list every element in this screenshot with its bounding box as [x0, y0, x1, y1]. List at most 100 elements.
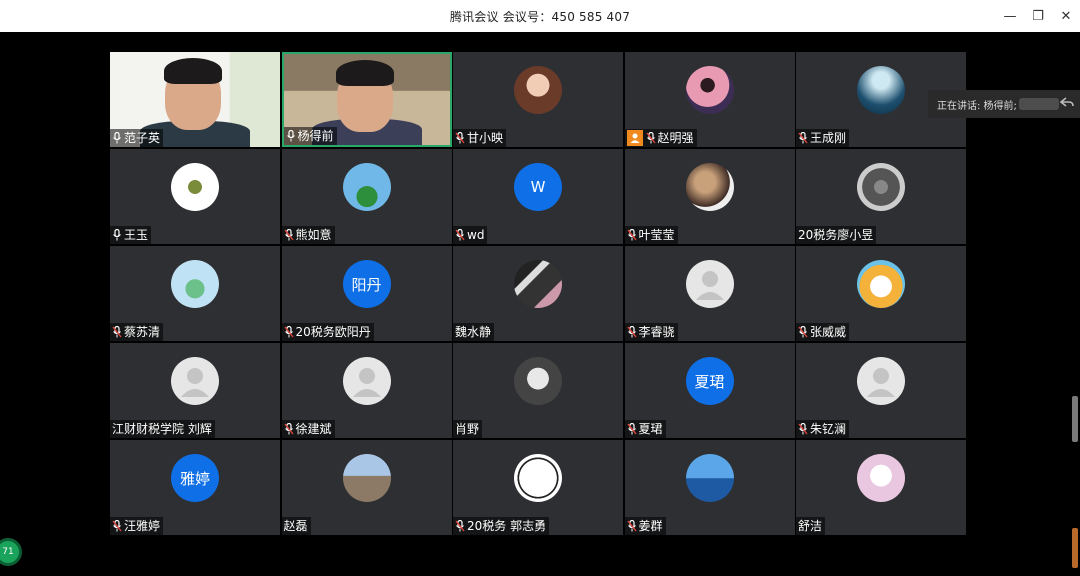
avatar-photo [685, 163, 734, 211]
participant-tile[interactable]: 范子英 [110, 52, 280, 147]
participant-name: 王玉 [124, 228, 149, 242]
avatar-initials: W [514, 163, 562, 211]
participant-tile[interactable]: 李睿骁 [624, 246, 795, 341]
default-avatar-icon [171, 357, 219, 405]
participant-tile[interactable]: 20税务 郭志勇 [453, 440, 623, 535]
participant-tile[interactable]: 夏珺 夏珺 [624, 343, 795, 438]
default-avatar-icon [857, 357, 905, 405]
participant-hair [164, 58, 222, 84]
participant-tile[interactable]: Wwd [453, 149, 623, 244]
participant-tile[interactable]: 20税务廖小昱 [796, 149, 966, 244]
scrollbar-thumb[interactable] [1072, 396, 1078, 442]
avatar-photo [857, 66, 905, 114]
participant-tile[interactable]: 姜群 [624, 440, 795, 535]
close-button[interactable]: ✕ [1052, 0, 1080, 32]
participant-tile[interactable]: 蔡苏清 [110, 246, 280, 341]
participant-tile[interactable]: 杨得前 [281, 52, 452, 147]
participant-name-tag: 徐建斌 [281, 420, 335, 438]
participant-name: 熊如意 [295, 228, 332, 242]
participant-tile[interactable]: 赵明强 [624, 52, 795, 147]
participant-name: 蔡苏清 [124, 325, 161, 339]
participant-hair [335, 60, 394, 86]
mic-muted-icon [283, 326, 294, 338]
participant-name: 范子英 [124, 131, 161, 145]
participant-tile[interactable]: 甘小映 [453, 52, 623, 147]
avatar-photo [171, 163, 219, 211]
avatar-photo [514, 357, 562, 405]
mic-icon [113, 132, 121, 144]
speaking-indicator[interactable]: 正在讲话: 杨得前; [928, 90, 1080, 118]
participant-name: 甘小映 [467, 131, 504, 145]
scrollbar-indicator [1072, 528, 1078, 568]
participant-tile[interactable]: 朱钇澜 [796, 343, 966, 438]
participant-tile[interactable]: 赵磊 [281, 440, 452, 535]
participant-name-tag: 20税务欧阳丹 [281, 323, 374, 341]
participant-name-tag: 蔡苏清 [110, 323, 164, 341]
participant-name: 舒洁 [798, 519, 823, 533]
mic-muted-icon [455, 132, 465, 144]
participant-tile[interactable]: 徐建斌 [281, 343, 452, 438]
participant-tile[interactable]: 王玉 [110, 149, 280, 244]
participant-name-tag: 姜群 [624, 517, 666, 535]
participant-tile[interactable]: 雅婷 汪雅婷 [110, 440, 280, 535]
speaking-label: 正在讲话: 杨得前; [937, 100, 1017, 112]
participant-name-tag: 魏水静 [453, 323, 495, 341]
participant-name-tag: 肖野 [453, 420, 483, 438]
participant-name-tag: 李睿骁 [624, 323, 678, 341]
participant-name-tag: 舒洁 [796, 517, 826, 535]
participant-tile[interactable]: 江财财税学院 刘辉 [110, 343, 280, 438]
mic-muted-icon [283, 229, 294, 241]
notification-badge[interactable]: 71 [0, 538, 22, 566]
mic-muted-icon [283, 423, 294, 435]
mic-muted-icon [455, 520, 465, 532]
avatar-initials: 夏珺 [685, 357, 734, 405]
mic-muted-icon [626, 229, 637, 241]
window-title: 腾讯会议 会议号：450 585 407 [449, 9, 631, 24]
participant-grid: 范子英 杨得前 甘小映 赵明强 王成刚 王玉 熊如意 Wwd 叶莹莹 20税务廖小昱 蔡苏清 阳丹 20… [110, 52, 966, 535]
participant-name-tag: 杨得前 [283, 127, 337, 145]
default-avatar-icon [342, 357, 391, 405]
participant-tile[interactable]: 熊如意 [281, 149, 452, 244]
avatar-photo [685, 454, 734, 502]
participant-name-tag: 王玉 [110, 226, 152, 244]
participant-name-tag: 熊如意 [281, 226, 335, 244]
participant-name: 赵磊 [283, 519, 308, 533]
restore-button[interactable]: ❐ [1024, 0, 1052, 32]
participant-name-tag: 王成刚 [796, 129, 850, 147]
mic-muted-icon [112, 520, 122, 532]
mic-icon [113, 229, 121, 241]
mic-muted-icon [798, 423, 808, 435]
participant-tile[interactable]: 肖野 [453, 343, 623, 438]
participant-name-tag: 20税务 郭志勇 [453, 517, 550, 535]
participant-name: 赵明强 [657, 131, 694, 145]
avatar-photo [514, 454, 562, 502]
participant-name: 杨得前 [297, 129, 334, 143]
participant-tile[interactable]: 阳丹 20税务欧阳丹 [281, 246, 452, 341]
participant-name-tag: 江财财税学院 刘辉 [110, 420, 215, 438]
collapse-arrow-icon[interactable] [1059, 96, 1074, 113]
participant-tile[interactable]: 张威威 [796, 246, 966, 341]
title-bar: 腾讯会议 会议号：450 585 407 — ❐ ✕ [0, 0, 1080, 32]
participant-name: 魏水静 [455, 325, 492, 339]
participant-name: wd [467, 228, 485, 242]
participant-name: 徐建斌 [295, 422, 332, 436]
participant-tile[interactable]: 魏水静 [453, 246, 623, 341]
mic-muted-icon [626, 326, 637, 338]
participant-name-tag: wd [453, 226, 488, 244]
avatar-initials: 雅婷 [171, 454, 219, 502]
mic-icon [286, 130, 295, 142]
participant-name-tag: 叶莹莹 [624, 226, 678, 244]
participant-tile[interactable]: 舒洁 [796, 440, 966, 535]
avatar-photo [342, 454, 391, 502]
minimize-button[interactable]: — [996, 0, 1024, 32]
participant-name: 王成刚 [810, 131, 847, 145]
avatar-photo [514, 66, 562, 114]
avatar-photo [685, 66, 734, 114]
avatar-initials: 阳丹 [342, 260, 391, 308]
participant-name: 姜群 [638, 519, 663, 533]
participant-name-tag: 赵明强 [624, 129, 697, 147]
participant-tile[interactable]: 叶莹莹 [624, 149, 795, 244]
mic-muted-icon [645, 132, 656, 144]
participant-name-tag: 20税务廖小昱 [796, 226, 877, 244]
avatar-photo [514, 260, 562, 308]
